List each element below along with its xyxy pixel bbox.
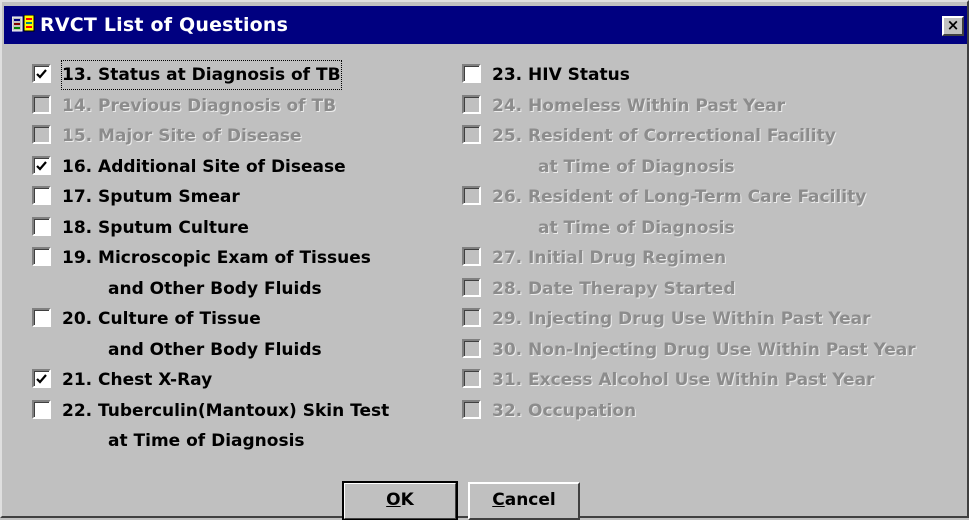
close-icon: × bbox=[946, 16, 960, 34]
question-checkbox[interactable] bbox=[32, 369, 51, 388]
question-label: 28. Date Therapy Started bbox=[492, 278, 736, 299]
question-checkbox bbox=[462, 338, 481, 358]
question-checkbox bbox=[32, 94, 51, 114]
question-label-continuation: at Time of Diagnosis bbox=[538, 217, 735, 238]
question-label: 31. Excess Alcohol Use Within Past Year bbox=[492, 370, 875, 390]
question-label: 26. Resident of Long-Term Care Facility bbox=[492, 187, 867, 207]
ok-mnemonic: O bbox=[386, 490, 401, 510]
question-checkbox[interactable] bbox=[32, 186, 51, 205]
question-checkbox[interactable] bbox=[32, 399, 51, 419]
question-label: 29. Injecting Drug Use Within Past Year bbox=[492, 309, 871, 329]
question-checkbox bbox=[462, 94, 481, 114]
question-label: 19. Microscopic Exam of Tissues bbox=[62, 248, 371, 268]
question-label-continuation: and Other Body Fluids bbox=[108, 339, 322, 360]
window-title: RVCT List of Questions bbox=[40, 14, 289, 36]
app-icon bbox=[11, 14, 36, 35]
question-label: 27. Initial Drug Regimen bbox=[492, 248, 727, 268]
question-label: 20. Culture of Tissue bbox=[62, 309, 261, 329]
question-checkbox bbox=[462, 186, 481, 205]
question-checkbox[interactable] bbox=[462, 64, 481, 83]
checkmark-icon bbox=[36, 374, 47, 384]
question-label: 25. Resident of Correctional Facility bbox=[492, 126, 836, 146]
cancel-label-rest: ancel bbox=[504, 490, 556, 510]
question-label: 30. Non-Injecting Drug Use Within Past Y… bbox=[492, 339, 916, 360]
question-label: 13. Status at Diagnosis of TB bbox=[61, 60, 342, 90]
question-checkbox[interactable] bbox=[32, 308, 51, 327]
checkmark-icon bbox=[36, 69, 47, 79]
question-checkbox bbox=[462, 308, 481, 327]
question-label: 16. Additional Site of Disease bbox=[62, 156, 346, 177]
question-checkbox bbox=[32, 125, 51, 144]
checkmark-icon bbox=[36, 160, 47, 171]
question-checkbox bbox=[462, 399, 481, 419]
question-label: 22. Tuberculin(Mantoux) Skin Test bbox=[62, 400, 390, 421]
question-label: 24. Homeless Within Past Year bbox=[492, 95, 786, 116]
cancel-mnemonic: C bbox=[492, 490, 505, 510]
question-label: 23. HIV Status bbox=[492, 65, 630, 85]
question-label: 14. Previous Diagnosis of TB bbox=[62, 95, 337, 116]
question-checkbox[interactable] bbox=[32, 216, 51, 236]
question-label: 18. Sputum Culture bbox=[62, 217, 249, 238]
question-label: 21. Chest X-Ray bbox=[62, 370, 213, 390]
question-checkbox bbox=[462, 277, 481, 297]
question-label-continuation: and Other Body Fluids bbox=[108, 278, 322, 299]
title-bar[interactable]: RVCT List of Questions × bbox=[4, 6, 967, 44]
question-checkbox[interactable] bbox=[32, 247, 51, 266]
cancel-button[interactable]: Cancel bbox=[468, 482, 580, 520]
dialog-window: RVCT List of Questions × OK Cancel 13. S… bbox=[0, 0, 969, 520]
question-checkbox bbox=[462, 247, 481, 266]
close-button[interactable]: × bbox=[942, 16, 964, 36]
question-checkbox[interactable] bbox=[32, 155, 51, 175]
question-label: 17. Sputum Smear bbox=[62, 187, 240, 207]
question-checkbox[interactable] bbox=[32, 64, 51, 83]
question-label-continuation: at Time of Diagnosis bbox=[538, 156, 735, 177]
question-label: 15. Major Site of Disease bbox=[62, 126, 302, 146]
ok-button[interactable]: OK bbox=[342, 481, 458, 520]
question-checkbox bbox=[462, 369, 481, 388]
question-checkbox bbox=[462, 125, 481, 144]
ok-label-rest: K bbox=[400, 490, 414, 510]
question-label-continuation: at Time of Diagnosis bbox=[108, 431, 305, 451]
question-label: 32. Occupation bbox=[492, 400, 637, 421]
